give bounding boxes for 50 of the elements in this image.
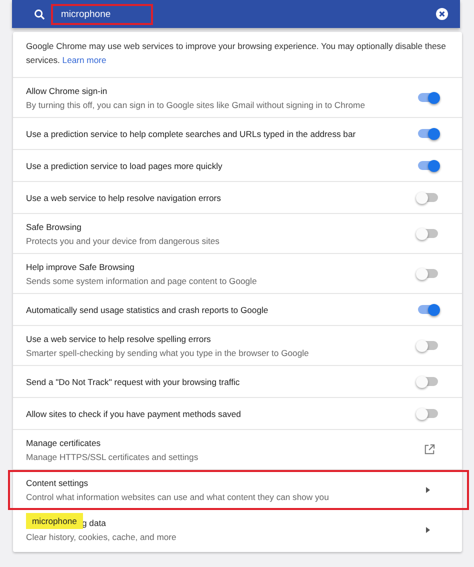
- setting-description: Sends some system information and page content to Google: [26, 276, 257, 286]
- toggle-switch[interactable]: [418, 377, 438, 386]
- setting-title: Use a web service to help resolve navigation errors: [26, 192, 221, 202]
- setting-title: Use a prediction service to load pages more quickly: [26, 160, 222, 170]
- setting-row[interactable]: Allow sites to check if you have payment methods saved: [13, 398, 462, 430]
- setting-title: Help improve Safe Browsing: [26, 262, 134, 272]
- setting-row[interactable]: Manage certificates Manage HTTPS/SSL certificates and settings: [13, 430, 462, 470]
- search-match-bubble: microphone: [26, 513, 83, 529]
- toggle-switch[interactable]: [418, 305, 438, 314]
- setting-row[interactable]: Help improve Safe Browsing Sends some system information and page content to Google: [13, 254, 462, 294]
- setting-row[interactable]: Automatically send usage statistics and crash reports to Google: [13, 294, 462, 326]
- setting-title: Use a web service to help resolve spelling errors: [26, 334, 211, 344]
- arrow-right-icon[interactable]: [426, 527, 430, 533]
- setting-description: Manage HTTPS/SSL certificates and settings: [26, 452, 198, 462]
- setting-row[interactable]: Safe Browsing Protects you and your device from dangerous sites: [13, 214, 462, 254]
- toggle-switch[interactable]: [418, 129, 438, 138]
- toggle-switch[interactable]: [418, 193, 438, 202]
- setting-title: Safe Browsing: [26, 222, 82, 232]
- setting-row[interactable]: Send a "Do Not Track" request with your browsing traffic: [13, 366, 462, 398]
- toggle-switch[interactable]: [418, 93, 438, 102]
- setting-title: Use a prediction service to help complete searches and URLs typed in the address bar: [26, 128, 356, 138]
- learn-more-link[interactable]: Learn more: [62, 54, 106, 64]
- search-field[interactable]: microphone: [51, 4, 153, 24]
- highlighted-setting-row[interactable]: Content settings Control what information websites can use and what content they can show you: [8, 470, 469, 510]
- toggle-switch[interactable]: [418, 269, 438, 278]
- setting-row[interactable]: Use a web service to help resolve navigation errors: [13, 182, 462, 214]
- clear-search-icon[interactable]: [436, 8, 448, 20]
- setting-row[interactable]: Use a prediction service to help complete searches and URLs typed in the address bar: [13, 118, 462, 150]
- setting-description: Control what information websites can use and what content they can show you: [26, 492, 329, 502]
- arrow-right-icon[interactable]: [426, 486, 430, 492]
- intro-text: Google Chrome may use web services to improve your browsing experience. You may optionally disable these services. Learn more: [26, 40, 447, 66]
- setting-title: Allow sites to check if you have payment methods saved: [26, 408, 241, 418]
- toggle-switch[interactable]: [418, 341, 438, 350]
- setting-title: Send a "Do Not Track" request with your browsing traffic: [26, 376, 240, 386]
- search-icon[interactable]: [34, 8, 45, 20]
- setting-description: Smarter spell-checking by sending what you type in the browser to Google: [26, 348, 309, 358]
- setting-row[interactable]: Allow Chrome sign-in By turning this off, you can sign in to Google sites like Gmail without signing in to Chrome: [13, 78, 462, 118]
- toggle-switch[interactable]: [418, 409, 438, 418]
- toggle-switch[interactable]: [418, 161, 438, 170]
- setting-row[interactable]: Use a web service to help resolve spelling errors Smarter spell-checking by sending what you type in the browser to Google: [13, 326, 462, 366]
- setting-title: Manage certificates: [26, 438, 101, 448]
- setting-title: Allow Chrome sign-in: [26, 86, 108, 96]
- setting-row[interactable]: Use a prediction service to load pages more quickly: [13, 150, 462, 182]
- setting-title: Automatically send usage statistics and crash reports to Google: [26, 304, 268, 314]
- external-link-icon[interactable]: [424, 444, 435, 455]
- setting-title: Content settings: [26, 478, 88, 488]
- toggle-switch[interactable]: [418, 229, 438, 238]
- setting-description: Clear history, cookies, cache, and more: [26, 532, 176, 542]
- setting-description: By turning this off, you can sign in to Google sites like Gmail without signing in to Chrome: [26, 100, 365, 110]
- setting-description: Protects you and your device from dangerous sites: [26, 236, 220, 246]
